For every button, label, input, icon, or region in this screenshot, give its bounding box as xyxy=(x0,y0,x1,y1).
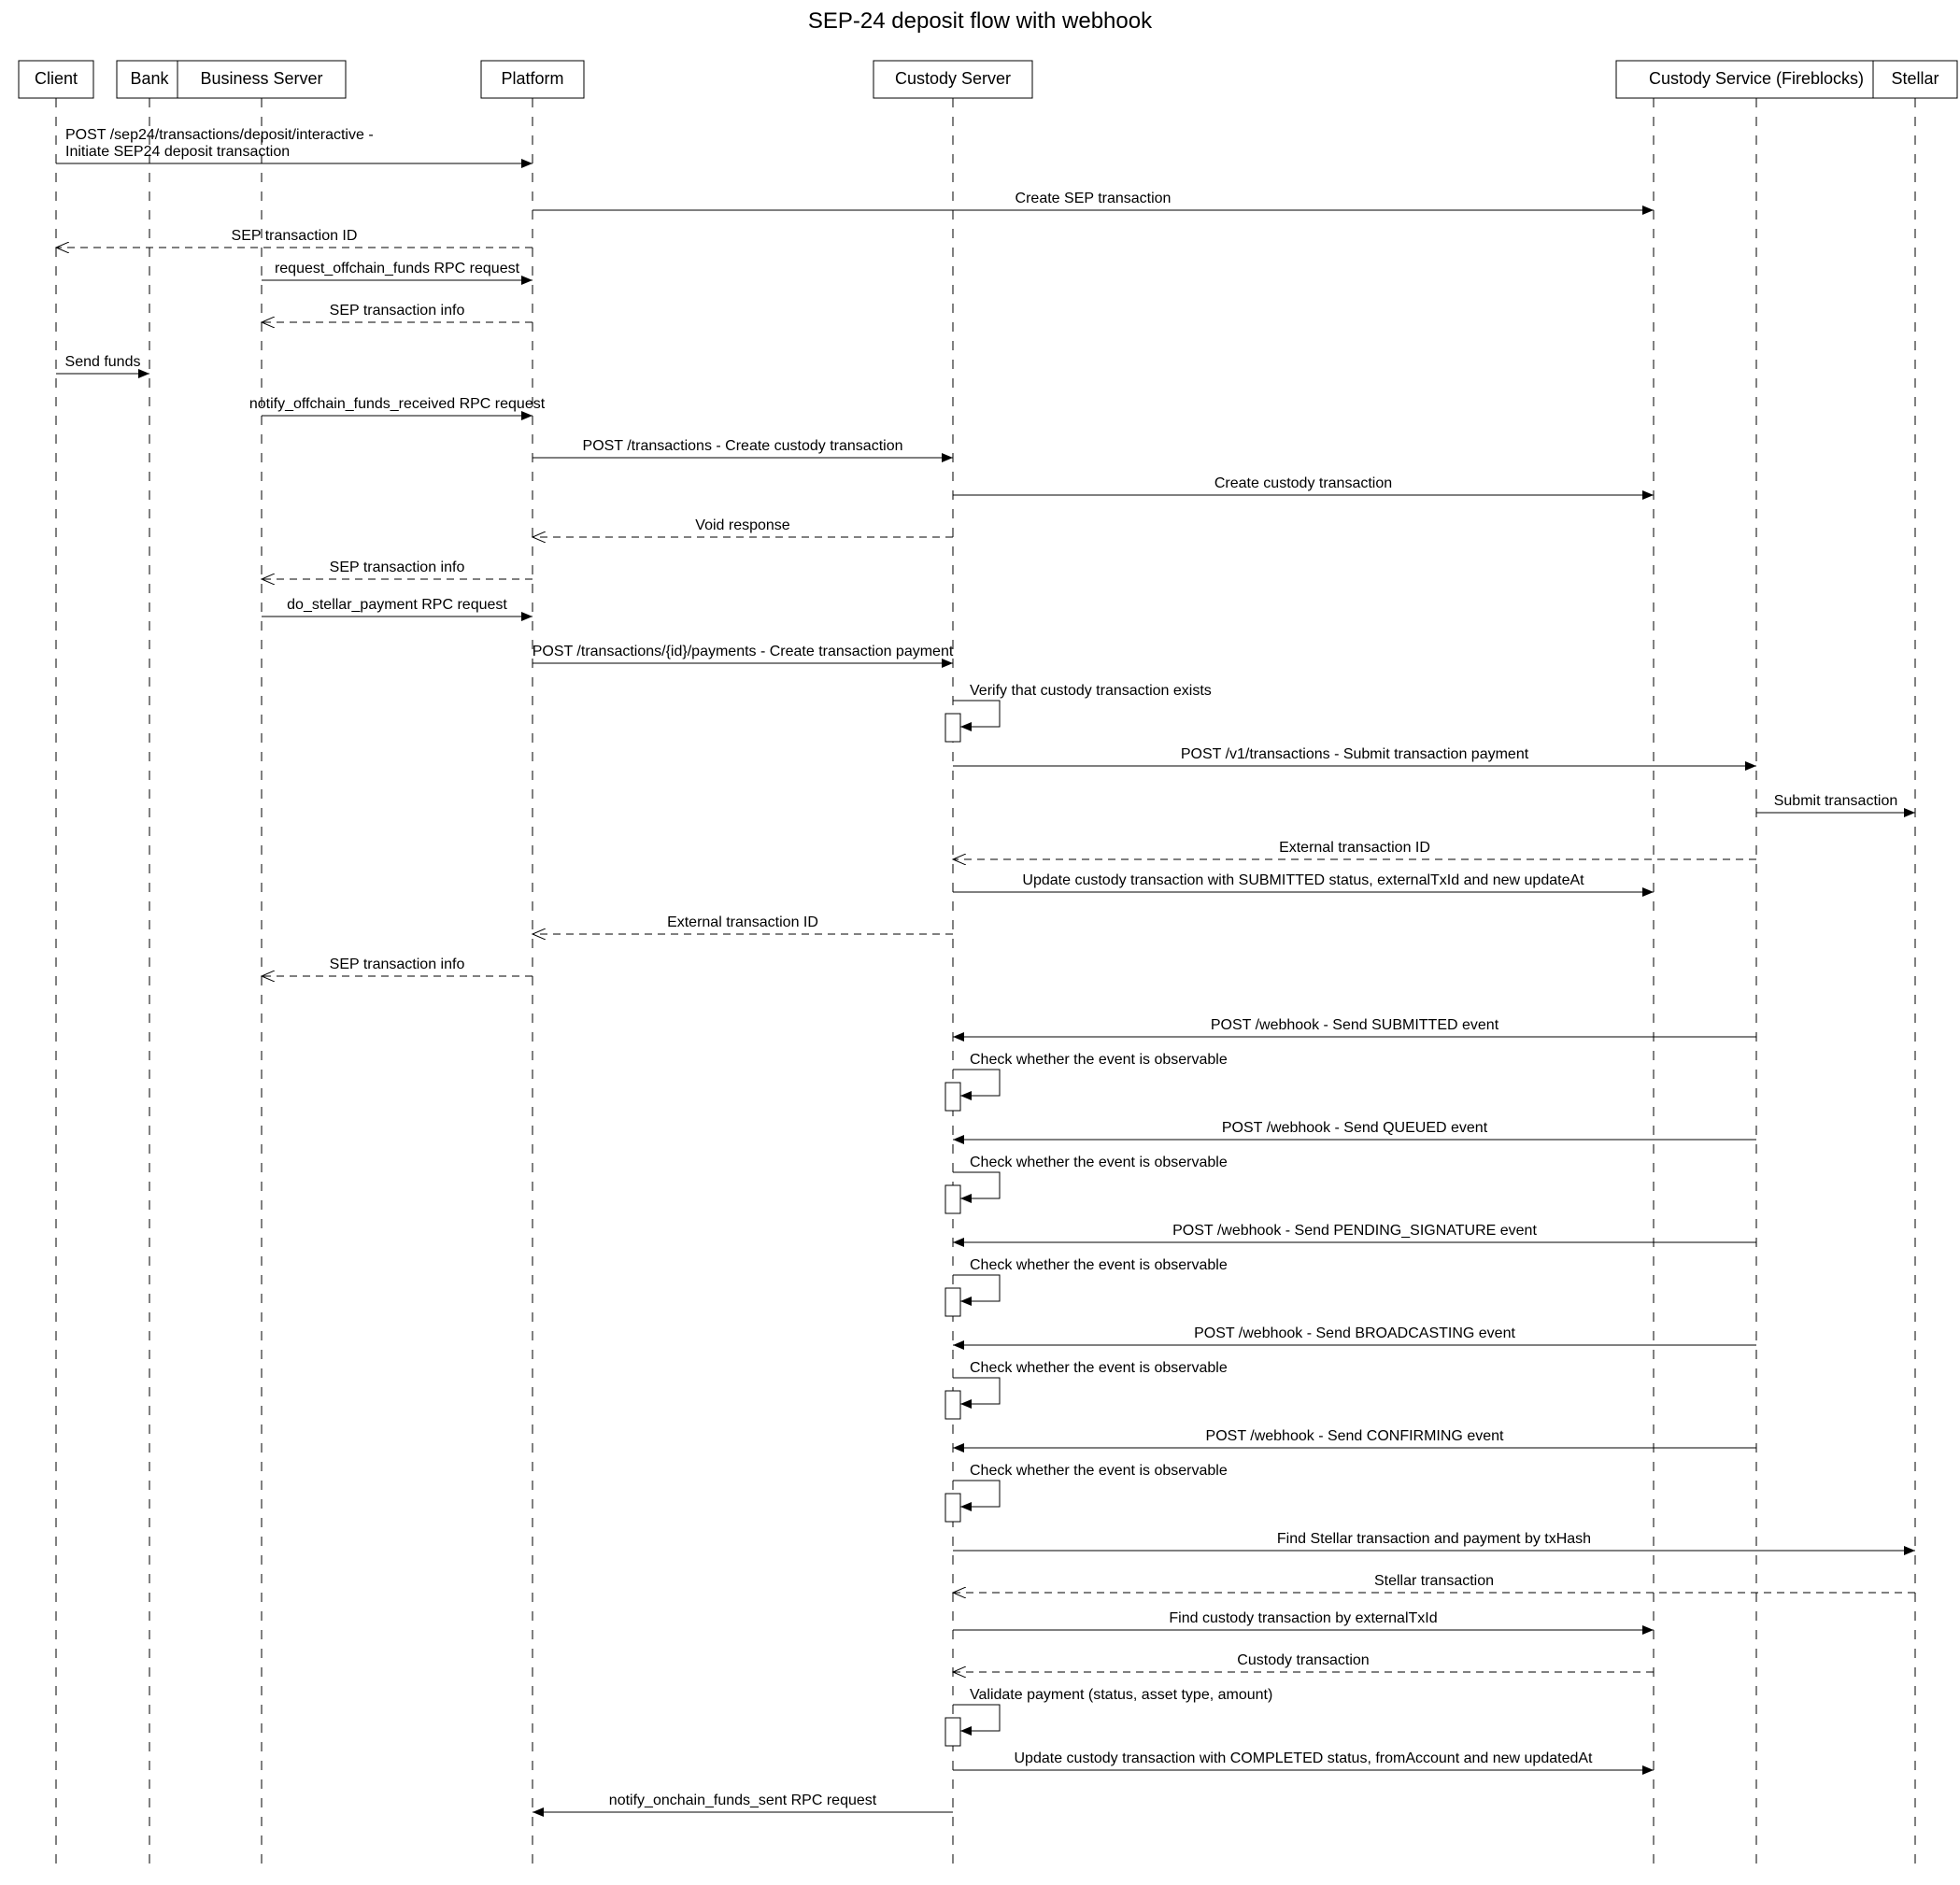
message-label: POST /sep24/transactions/deposit/interac… xyxy=(65,127,374,143)
actor-label-fb: Custody Service (Fireblocks) xyxy=(1649,69,1864,88)
activation-bar xyxy=(945,1391,960,1419)
activation-bar xyxy=(945,1288,960,1316)
message-label: POST /v1/transactions - Submit transacti… xyxy=(1181,746,1529,762)
message-label: Update custody transaction with SUBMITTE… xyxy=(1022,872,1584,888)
message-label: Check whether the event is observable xyxy=(970,1155,1228,1170)
message-label: POST /webhook - Send SUBMITTED event xyxy=(1211,1017,1499,1033)
activation-bar xyxy=(945,1494,960,1522)
lifelines-group xyxy=(56,98,1915,1868)
message-label: Verify that custody transaction exists xyxy=(970,683,1212,699)
actor-label-plat: Platform xyxy=(501,69,563,88)
activation-bar xyxy=(945,1083,960,1111)
message-label: do_stellar_payment RPC request xyxy=(287,597,507,613)
message-label: Create custody transaction xyxy=(1214,475,1392,491)
message-label: External transaction ID xyxy=(667,914,818,930)
message-label: Find Stellar transaction and payment by … xyxy=(1277,1531,1591,1547)
activation-bar xyxy=(945,714,960,742)
message-label: SEP transaction info xyxy=(330,957,465,972)
actor-label-cust: Custody Server xyxy=(895,69,1011,88)
message-label: Stellar transaction xyxy=(1374,1573,1494,1589)
message-label: Update custody transaction with COMPLETE… xyxy=(1015,1750,1594,1766)
actor-label-stel: Stellar xyxy=(1891,69,1939,88)
actor-label-client: Client xyxy=(35,69,78,88)
message-label: SEP transaction info xyxy=(330,560,465,575)
message-label: Check whether the event is observable xyxy=(970,1052,1228,1068)
message-label: Send funds xyxy=(65,354,141,370)
messages-group: POST /sep24/transactions/deposit/interac… xyxy=(56,127,1915,1812)
activation-bar xyxy=(945,1718,960,1746)
message-label: Submit transaction xyxy=(1774,793,1898,809)
message-label: request_offchain_funds RPC request xyxy=(275,261,520,276)
message-label: Initiate SEP24 deposit transaction xyxy=(65,144,290,160)
message-label: POST /transactions - Create custody tran… xyxy=(583,438,903,454)
message-label: Check whether the event is observable xyxy=(970,1360,1228,1376)
message-label: Void response xyxy=(695,517,790,533)
message-label: notify_onchain_funds_sent RPC request xyxy=(609,1793,877,1808)
message-label: Create SEP transaction xyxy=(1016,191,1172,206)
message-label: External transaction ID xyxy=(1279,840,1430,856)
message-label: SEP transaction info xyxy=(330,303,465,319)
actors-group: Client Bank Business Server Platform Custody… xyxy=(19,61,1957,98)
message-label: Check whether the event is observable xyxy=(970,1463,1228,1479)
message-label: Validate payment (status, asset type, am… xyxy=(970,1687,1272,1703)
message-label: POST /transactions/{id}/payments - Creat… xyxy=(533,644,954,659)
actor-label-biz: Business Server xyxy=(200,69,322,88)
message-label: Find custody transaction by externalTxId xyxy=(1169,1610,1437,1626)
message-label: POST /webhook - Send BROADCASTING event xyxy=(1194,1325,1515,1341)
actor-label-bank: Bank xyxy=(130,69,169,88)
sequence-diagram: SEP-24 deposit flow with webhook Client B… xyxy=(0,0,1960,1885)
message-label: notify_offchain_funds_received RPC reque… xyxy=(249,396,546,412)
message-label: Custody transaction xyxy=(1237,1652,1369,1668)
activation-bar xyxy=(945,1185,960,1213)
message-label: POST /webhook - Send PENDING_SIGNATURE e… xyxy=(1172,1223,1537,1239)
message-label: POST /webhook - Send QUEUED event xyxy=(1222,1120,1488,1136)
message-label: SEP transaction ID xyxy=(232,228,358,244)
diagram-title: SEP-24 deposit flow with webhook xyxy=(808,8,1153,34)
message-label: Check whether the event is observable xyxy=(970,1257,1228,1273)
message-label: POST /webhook - Send CONFIRMING event xyxy=(1206,1428,1504,1444)
